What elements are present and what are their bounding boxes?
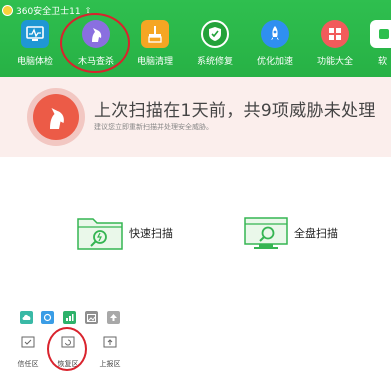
- nav-item-repair[interactable]: 系统修复: [187, 20, 243, 70]
- nav-item-features[interactable]: 功能大全: [307, 20, 363, 70]
- highlight-ring: [47, 327, 87, 371]
- app-icon: [370, 20, 391, 48]
- app-title: 360安全卫士11: [16, 6, 81, 17]
- highlight-ring: [60, 13, 130, 73]
- trust-zone-icon: [21, 336, 35, 348]
- horse-icon: [33, 94, 79, 140]
- nav-item-cleanup[interactable]: 电脑清理: [127, 20, 183, 70]
- full-scan-button[interactable]: 全盘扫描: [242, 210, 338, 256]
- report-zone-button[interactable]: 上报区: [96, 334, 124, 369]
- nav-label: 功能大全: [316, 57, 353, 67]
- full-scan-label: 全盘扫描: [294, 227, 338, 240]
- report-zone-icon: [103, 336, 117, 348]
- nav-label: 系统修复: [196, 57, 233, 67]
- nav-label: 电脑体检: [16, 57, 53, 67]
- shield-icon: [201, 20, 229, 48]
- nav-item-speedup[interactable]: 优化加速: [247, 20, 303, 70]
- cloud-icon[interactable]: [20, 311, 33, 324]
- report-zone-label: 上报区: [99, 360, 121, 368]
- rocket-icon: [261, 20, 289, 48]
- folder-scan-icon: [77, 218, 123, 250]
- refresh-icon[interactable]: [41, 311, 54, 324]
- nav-label: 优化加速: [256, 57, 293, 67]
- upload-icon[interactable]: [107, 311, 120, 324]
- broom-icon: [141, 20, 169, 48]
- monitor-scan-icon: [244, 217, 288, 249]
- quick-scan-label: 快速扫描: [129, 227, 173, 240]
- trust-zone-button[interactable]: 信任区: [14, 334, 42, 369]
- app-logo-icon: [2, 4, 13, 16]
- trust-zone-label: 信任区: [17, 360, 39, 368]
- image-icon[interactable]: [85, 311, 98, 324]
- nav-label: 软: [378, 57, 388, 67]
- chart-icon[interactable]: [63, 311, 76, 324]
- alert-subtitle: 建议您立即重新扫描并处理安全威胁。: [94, 123, 213, 131]
- alert-title: 上次扫描在1天前，共9项威胁未处理: [94, 101, 376, 121]
- nav-label: 电脑清理: [136, 57, 173, 67]
- nav-item-checkup[interactable]: 电脑体检: [7, 20, 63, 70]
- monitor-icon: [21, 20, 49, 48]
- alert-badge: [27, 88, 85, 146]
- title-bar: 360安全卫士11 ⇧: [2, 3, 91, 17]
- nav-item-software[interactable]: 软: [364, 20, 391, 70]
- quick-scan-button[interactable]: 快速扫描: [75, 210, 173, 256]
- grid-icon: [321, 20, 349, 48]
